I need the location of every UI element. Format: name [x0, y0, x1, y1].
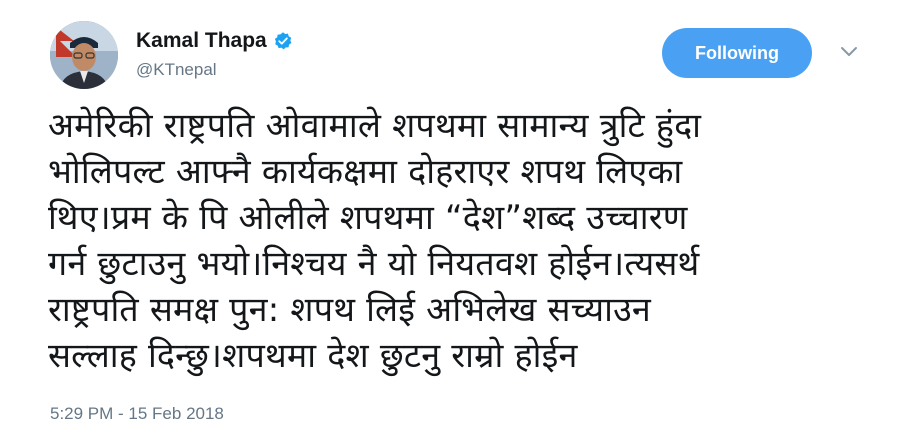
tweet-timestamp[interactable]: 5:29 PM - 15 Feb 2018: [50, 404, 224, 424]
author-display-name[interactable]: Kamal Thapa: [136, 29, 267, 53]
following-button[interactable]: Following: [662, 28, 812, 78]
name-row: Kamal Thapa: [136, 28, 293, 54]
avatar[interactable]: [50, 21, 118, 89]
tweet-card: Kamal Thapa @KTnepal Following अमेरिकी र…: [0, 0, 920, 434]
verified-badge-icon: [273, 31, 293, 51]
chevron-down-icon[interactable]: [838, 44, 860, 60]
user-avatar-photo-icon: [50, 21, 118, 89]
tweet-text: अमेरिकी राष्ट्रपति ओवामाले शपथमा सामान्य…: [48, 106, 702, 376]
author-handle[interactable]: @KTnepal: [136, 60, 293, 80]
author-block: Kamal Thapa @KTnepal: [136, 28, 293, 80]
